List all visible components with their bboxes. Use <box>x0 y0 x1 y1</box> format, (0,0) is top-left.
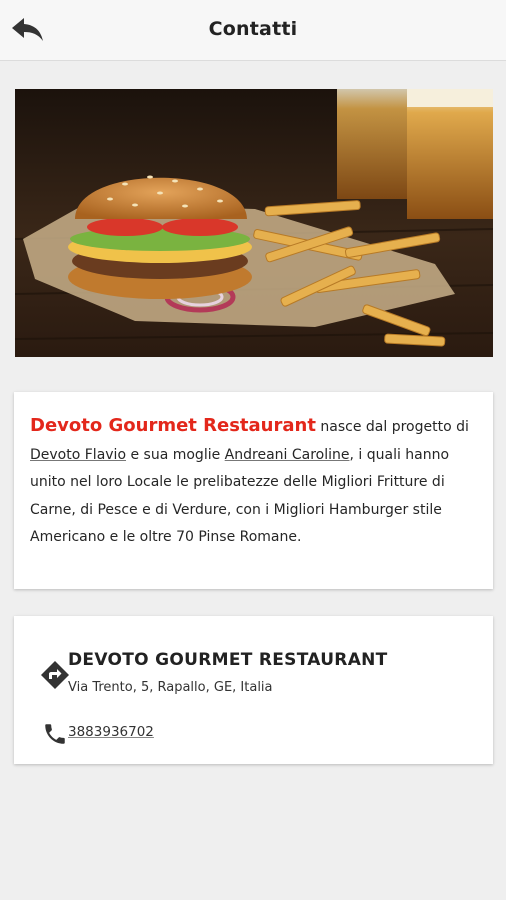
restaurant-address: Via Trento, 5, Rapallo, GE, Italia <box>68 680 273 695</box>
restaurant-name: DEVOTO GOURMET RESTAURANT <box>68 650 388 670</box>
about-card: Devoto Gourmet Restaurant nasce dal prog… <box>14 392 493 589</box>
phone-icon[interactable] <box>42 721 68 747</box>
phone-number-link[interactable]: 3883936702 <box>68 724 154 740</box>
contact-card: DEVOTO GOURMET RESTAURANT Via Trento, 5,… <box>14 616 493 764</box>
hero-image <box>15 89 493 357</box>
restaurant-name-highlight: Devoto Gourmet Restaurant <box>30 415 316 436</box>
about-text-part-2: e sua moglie <box>126 446 225 463</box>
owner-link-caroline[interactable]: Andreani Caroline <box>225 447 350 463</box>
owner-link-flavio[interactable]: Devoto Flavio <box>30 447 126 463</box>
address-row[interactable]: DEVOTO GOURMET RESTAURANT Via Trento, 5,… <box>14 632 493 695</box>
app-bar: Contatti <box>0 0 506 61</box>
about-text: Devoto Gourmet Restaurant nasce dal prog… <box>30 412 477 552</box>
burger-photo <box>15 89 493 357</box>
directions-icon[interactable] <box>40 660 70 690</box>
about-text-part-1: nasce dal progetto di <box>315 419 469 435</box>
page-title: Contatti <box>208 18 298 40</box>
